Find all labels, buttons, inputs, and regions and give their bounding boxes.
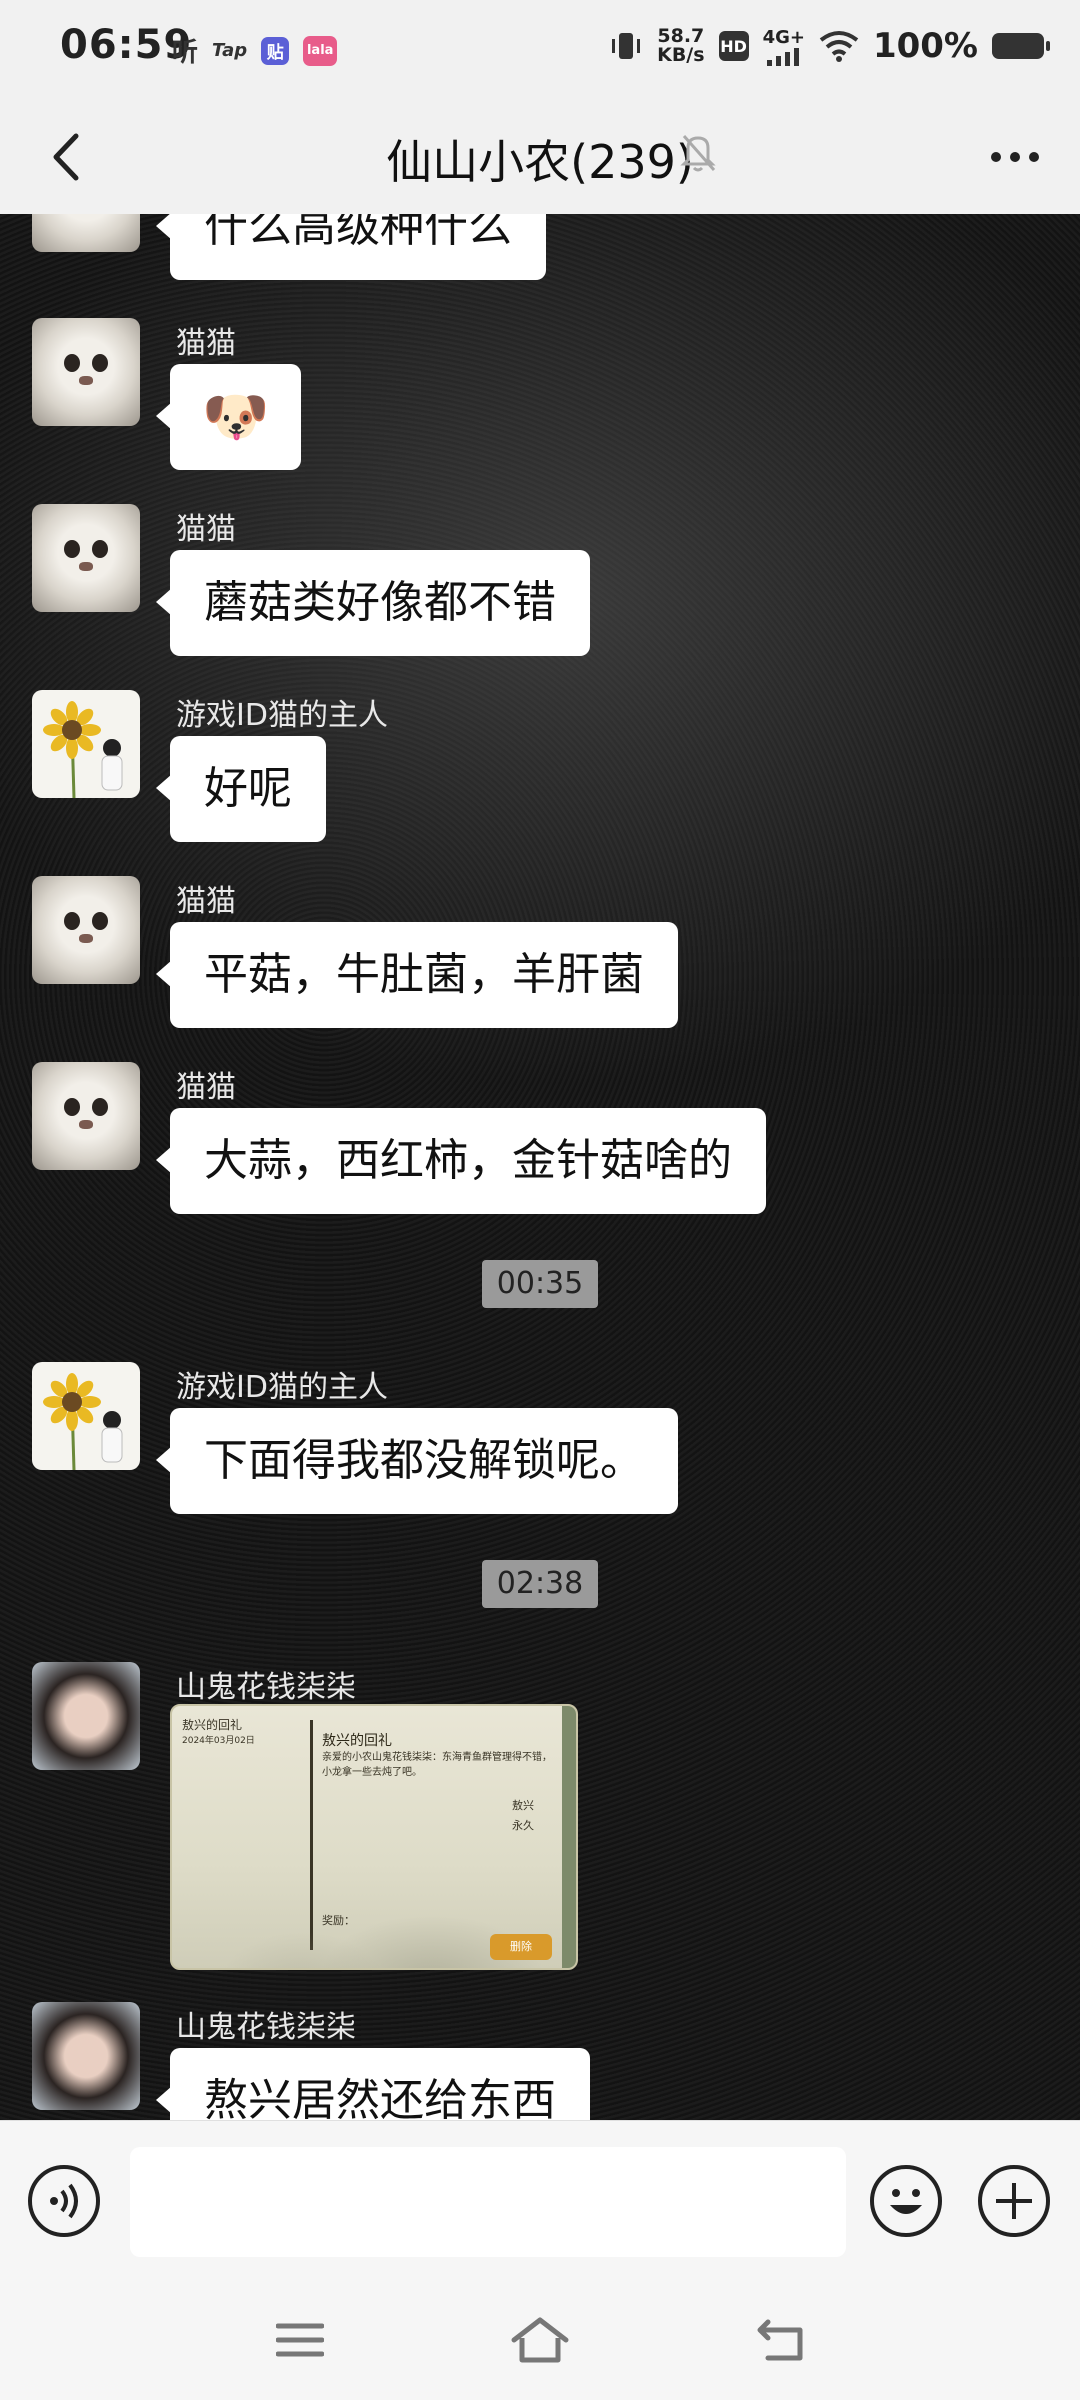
signal-bars-icon bbox=[766, 47, 799, 66]
image-left-title-text: 敖兴的回礼 bbox=[182, 1718, 243, 1732]
sender-name: 猫猫 bbox=[176, 326, 236, 361]
signal-icon: 4G+ bbox=[763, 27, 805, 66]
timestamp: 00:35 bbox=[482, 1260, 598, 1308]
hd-icon: HD bbox=[718, 31, 749, 61]
image-message[interactable]: 敖兴的回礼 2024年03月02日 敖兴的回礼 亲爱的小农山鬼花钱柒柒：东海青鱼… bbox=[170, 1704, 578, 1970]
app-tie-icon: 贴 bbox=[261, 36, 290, 65]
app-tap-icon: Tap bbox=[212, 40, 248, 61]
image-sign: 敖兴 永久 bbox=[512, 1796, 534, 1836]
battery-percent: 100% bbox=[872, 26, 978, 66]
sender-name: 山鬼花钱柒柒 bbox=[176, 2010, 356, 2045]
status-right: 58.7 KB/s HD 4G+ 100% bbox=[609, 26, 1050, 66]
message-bubble[interactable]: 什么高级种什么 bbox=[156, 214, 546, 280]
bell-off-icon bbox=[680, 135, 716, 172]
voice-button[interactable] bbox=[28, 2165, 100, 2237]
image-title: 敖兴的回礼 bbox=[322, 1733, 392, 1749]
timestamp: 02:38 bbox=[482, 1560, 598, 1608]
network-type: 4G+ bbox=[762, 26, 805, 48]
message-bubble[interactable]: 熬兴居然还给东西 bbox=[156, 2048, 590, 2120]
avatar-girl[interactable] bbox=[32, 1662, 140, 1770]
sender-name: 猫猫 bbox=[176, 884, 236, 919]
return-icon bbox=[757, 2319, 803, 2361]
image-sign-1: 敖兴 bbox=[512, 1799, 534, 1812]
avatar-sunflower[interactable] bbox=[32, 690, 140, 798]
more-dots-icon bbox=[991, 152, 1039, 162]
chat-area[interactable]: 什么高级种什么 猫猫 🐶 猫猫 蘑菇类好像都不错 游戏ID猫的主人 好呢 猫猫 … bbox=[0, 214, 1080, 2120]
message-bubble[interactable]: 大蒜，西红柿，金针菇啥的 bbox=[156, 1108, 766, 1214]
net-speed-unit: KB/s bbox=[657, 44, 705, 66]
sender-name: 游戏ID猫的主人 bbox=[176, 1370, 388, 1405]
app-lala-icon: lala bbox=[303, 35, 338, 66]
wifi-icon bbox=[819, 31, 859, 62]
avatar-cat[interactable] bbox=[32, 318, 140, 426]
more-button[interactable] bbox=[980, 122, 1050, 192]
image-sign-2: 永久 bbox=[512, 1819, 534, 1832]
home-button[interactable] bbox=[500, 2310, 580, 2370]
vibrate-icon bbox=[612, 33, 641, 59]
return-button[interactable] bbox=[742, 2310, 822, 2370]
sender-name: 猫猫 bbox=[176, 1070, 236, 1105]
menu-icon bbox=[276, 2323, 324, 2357]
battery-icon bbox=[992, 33, 1050, 59]
message-input[interactable] bbox=[130, 2147, 846, 2257]
plus-icon bbox=[996, 2183, 1032, 2219]
message-bubble[interactable]: 蘑菇类好像都不错 bbox=[156, 550, 590, 656]
input-bar bbox=[0, 2120, 1080, 2281]
sender-name: 游戏ID猫的主人 bbox=[176, 698, 388, 733]
sunflower-avatar-icon bbox=[43, 701, 123, 798]
image-delete-button: 删除 bbox=[490, 1934, 552, 1960]
chat-header: 仙山小农(239) bbox=[0, 100, 1080, 215]
message-bubble[interactable]: 平菇，牛肚菌，羊肝菌 bbox=[156, 922, 678, 1028]
plus-button[interactable] bbox=[978, 2165, 1050, 2237]
image-side-strip bbox=[562, 1706, 576, 1968]
sender-name: 猫猫 bbox=[176, 512, 236, 547]
net-speed: 58.7 KB/s bbox=[657, 27, 704, 65]
sunflower-avatar-icon bbox=[43, 1373, 123, 1470]
status-bar: 06:59 听 Tap 贴 lala 58.7 KB/s HD 4G+ 100% bbox=[0, 0, 1080, 100]
avatar-girl[interactable] bbox=[32, 2002, 140, 2110]
avatar-cat[interactable] bbox=[32, 214, 140, 252]
message-bubble[interactable]: 下面得我都没解锁呢。 bbox=[156, 1408, 678, 1514]
emoji-button[interactable] bbox=[870, 2165, 942, 2237]
menu-button[interactable] bbox=[260, 2310, 340, 2370]
smiley-icon bbox=[890, 2189, 922, 2214]
chat-title: 仙山小农(239) bbox=[386, 135, 694, 189]
avatar-cat[interactable] bbox=[32, 1062, 140, 1170]
avatar-sunflower[interactable] bbox=[32, 1362, 140, 1470]
sender-name: 山鬼花钱柒柒 bbox=[176, 1670, 356, 1705]
message-bubble[interactable]: 好呢 bbox=[156, 736, 326, 842]
home-icon bbox=[511, 2317, 569, 2363]
avatar-cat[interactable] bbox=[32, 876, 140, 984]
image-reward: 奖励： bbox=[322, 1914, 355, 1927]
sticker-bubble[interactable]: 🐶 bbox=[155, 364, 302, 470]
avatar-cat[interactable] bbox=[32, 504, 140, 612]
system-nav-bar bbox=[0, 2280, 1080, 2400]
app-ting-icon: 听 bbox=[172, 38, 199, 68]
image-left-title: 敖兴的回礼 2024年03月02日 bbox=[182, 1716, 255, 1746]
image-body: 亲爱的小农山鬼花钱柒柒：东海青鱼群管理得不错，小龙拿一些去炖了吧。 bbox=[322, 1752, 552, 1778]
voice-icon bbox=[50, 2183, 78, 2219]
image-left-date: 2024年03月02日 bbox=[182, 1736, 255, 1746]
status-app-icons: 听 Tap 贴 lala bbox=[172, 32, 338, 69]
